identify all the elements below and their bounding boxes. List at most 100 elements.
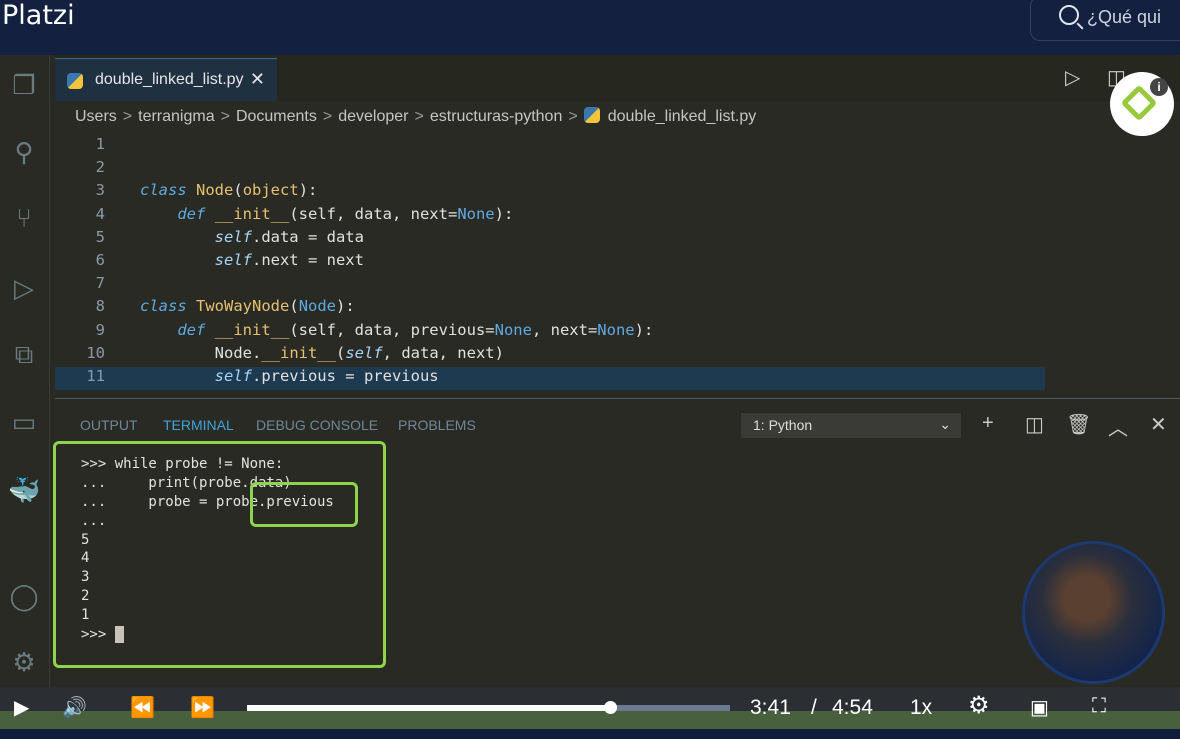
terminal-line: >>> while probe != None: <box>81 456 284 472</box>
code-text: class Node(object): <box>140 181 318 200</box>
source-control-icon[interactable]: ⑂ <box>8 203 40 235</box>
line-number: 11 <box>86 367 105 385</box>
line-number: 8 <box>95 297 105 316</box>
breadcrumb-separator: > <box>568 108 578 125</box>
info-icon: i <box>1150 78 1168 96</box>
code-text: self.previous = previous <box>214 367 439 385</box>
progress-fill <box>247 705 611 711</box>
volume-icon[interactable]: 🔊 <box>62 695 87 720</box>
breadcrumb-item[interactable]: estructuras-python <box>430 108 563 125</box>
code-text: self.data = data <box>214 227 364 246</box>
code-editor[interactable]: 1 2 3 class Node(object): 4 def __init__(sel… <box>55 135 1045 390</box>
terminal-line: 2 <box>81 588 90 605</box>
line-number: 1 <box>95 135 105 153</box>
line-number: 4 <box>95 204 105 223</box>
terminal-line: 1 <box>81 607 90 624</box>
code-line: 4 def __init__(self, data, next=None): <box>55 205 1045 228</box>
code-line: 8 class TwoWayNode(Node): <box>55 297 1045 320</box>
search-icon <box>1059 5 1079 25</box>
python-file-icon <box>67 73 83 89</box>
duration: 4:54 <box>832 696 873 719</box>
terminal-output[interactable]: >>> while probe != None:... print(probe.… <box>53 441 386 668</box>
breadcrumb-separator: > <box>322 108 333 125</box>
terminal-cursor <box>114 626 124 644</box>
breadcrumb-separator: > <box>414 108 424 125</box>
extensions-icon[interactable]: ⧉ <box>8 339 40 371</box>
platzi-logo[interactable]: Platzi <box>2 0 75 31</box>
speed-button[interactable]: 1x <box>910 696 932 720</box>
breadcrumb: Users > terranigma > Documents > developer > est… <box>75 105 756 126</box>
code-line: 6 self.next = next <box>55 251 1045 274</box>
close-tab-icon[interactable]: ✕ <box>250 69 265 90</box>
breadcrumb-item[interactable]: developer <box>338 108 408 125</box>
line-number: 2 <box>95 158 105 177</box>
breadcrumb-separator: > <box>122 108 133 125</box>
remote-explorer-icon[interactable]: ▭ <box>8 407 40 439</box>
line-number: 9 <box>95 320 105 339</box>
code-line: 10 Node.__init__(self, data, next) <box>55 344 1045 367</box>
breadcrumb-item[interactable]: terranigma <box>138 108 214 125</box>
code-line: 5 self.data = data <box>55 228 1045 251</box>
account-icon[interactable]: ◯ <box>8 581 40 613</box>
code-text: class TwoWayNode(Node): <box>140 297 355 316</box>
breadcrumb-separator: > <box>220 108 230 125</box>
settings-gear-icon[interactable]: ⚙ <box>968 691 990 720</box>
line-number: 7 <box>95 274 105 293</box>
code-text: def __init__(self, data, previous=None, … <box>177 320 654 339</box>
time-separator: / <box>811 696 817 719</box>
python-file-icon <box>583 107 600 123</box>
trash-icon[interactable]: 🗑 <box>1066 412 1091 437</box>
editor-tabs: double_linked_list.py ✕ ▷ ◫ <box>55 55 1180 101</box>
rewind-icon[interactable]: ⏪ <box>130 695 155 720</box>
code-line: 9 def __init__(self, data, previous=None… <box>55 321 1045 344</box>
search-input[interactable]: ¿Qué qui <box>1030 0 1180 41</box>
forward-icon[interactable]: ⏩ <box>190 695 215 720</box>
highlight-box <box>250 482 358 527</box>
activity-bar: ❐ ⚲ ⑂ ▷ ⧉ ▭ 🐳 ◯ ⚙ <box>0 55 50 687</box>
maximize-panel-icon[interactable]: ︿ <box>1108 412 1128 441</box>
breadcrumb-item[interactable]: Documents <box>236 108 317 125</box>
code-line: 11 self.previous = previous <box>55 367 1045 390</box>
run-debug-icon[interactable]: ▷ <box>8 273 40 305</box>
code-line: 3 class Node(object): <box>55 181 1045 204</box>
play-icon[interactable]: ▶ <box>14 695 29 720</box>
run-icon[interactable]: ▷ <box>1065 65 1080 90</box>
fullscreen-icon[interactable]: ⛶ <box>1092 695 1106 718</box>
progress-handle[interactable] <box>604 701 618 714</box>
terminal-select[interactable]: 1: Python ⌄ <box>741 413 961 438</box>
code-text: Node.__init__(self, data, next) <box>140 343 504 362</box>
terminal-line: >>> <box>81 626 383 645</box>
tab-debug-console[interactable]: DEBUG CONSOLE <box>256 417 378 433</box>
code-line: 7 <box>55 274 1045 297</box>
tab-output[interactable]: OUTPUT <box>80 417 138 433</box>
current-time: 3:41 <box>750 696 791 719</box>
tab-terminal[interactable]: TERMINAL <box>163 417 234 433</box>
close-panel-icon[interactable]: ✕ <box>1150 412 1167 437</box>
code-line: 1 <box>55 135 1045 158</box>
chevron-down-icon: ⌄ <box>939 416 951 432</box>
docker-icon[interactable]: 🐳 <box>8 475 40 507</box>
line-number: 10 <box>86 343 105 362</box>
video-controls: ▶ 🔊 ⏪ ⏩ 3:41 / 4:54 1x ⚙ ▣ ⛶ <box>0 687 1180 729</box>
picture-in-picture-icon[interactable]: ▣ <box>1030 695 1049 720</box>
tab-double-linked-list[interactable]: double_linked_list.py ✕ <box>55 58 277 101</box>
line-number: 3 <box>95 181 105 200</box>
settings-gear-icon[interactable]: ⚙ <box>8 647 40 679</box>
new-terminal-icon[interactable]: + <box>982 412 994 435</box>
explorer-icon[interactable]: ❐ <box>8 70 40 102</box>
split-terminal-icon[interactable]: ◫ <box>1025 412 1044 437</box>
progress-bar[interactable] <box>247 701 730 714</box>
breadcrumb-item[interactable]: double_linked_list.py <box>608 108 757 125</box>
page-footer-strip <box>0 729 1180 739</box>
code-text: def __init__(self, data, next=None): <box>177 204 514 223</box>
info-badge[interactable]: i <box>1110 72 1174 136</box>
line-number: 5 <box>95 227 105 246</box>
tab-problems[interactable]: PROBLEMS <box>398 417 476 433</box>
code-text: self.next = next <box>214 251 364 269</box>
line-number: 6 <box>95 251 105 269</box>
instructor-video-thumbnail <box>1022 541 1165 684</box>
terminal-line: 5 <box>81 531 90 548</box>
breadcrumb-item[interactable]: Users <box>75 108 117 125</box>
search-icon[interactable]: ⚲ <box>8 137 40 169</box>
platzi-header: Platzi ¿Qué qui <box>0 0 1180 55</box>
